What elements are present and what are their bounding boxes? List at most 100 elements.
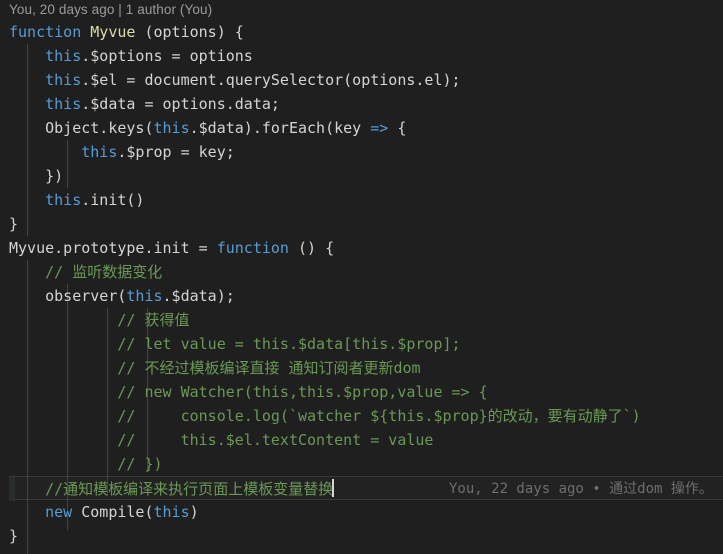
code-token-plain: Myvue.prototype.init = [9,239,217,257]
code-content[interactable]: function Myvue (options) { this.$options… [0,20,723,548]
code-token-this: this [45,47,82,65]
code-token-plain: { [388,119,407,137]
code-line[interactable]: // let value = this.$data[this.$prop]; [9,332,723,356]
code-line[interactable]: // new Watcher(this,this.$prop,value => … [9,380,723,404]
code-token-kw: new [45,503,73,521]
code-line-text: // let value = this.$data[this.$prop]; [9,332,461,356]
inline-git-blame[interactable]: You, 22 days ago • 通过dom 操作。 [449,477,713,501]
code-token-com: // 监听数据变化 [45,263,163,281]
code-line[interactable]: Myvue.prototype.init = function () { [9,236,723,260]
code-token-plain: .$options = options [81,47,253,65]
code-line[interactable]: new Compile(this) [9,500,723,524]
code-token-this: this [126,287,163,305]
code-line-text: this.$options = options [9,44,253,68]
code-token-com: //通知模板编译来执行页面上模板变量替换 [45,480,334,498]
code-line-text: } [9,524,18,548]
code-token-plain: () { [288,239,335,257]
code-line[interactable]: // 不经过模板编译直接 通知订阅者更新dom [9,356,723,380]
code-token-plain: Object.keys( [45,119,154,137]
code-line[interactable]: Object.keys(this.$data).forEach(key => { [9,116,723,140]
code-token-plain: .$data = options.data; [81,95,280,113]
code-token-plain: } [9,215,19,233]
code-line[interactable]: // this.$el.textContent = value [9,428,723,452]
code-token-plain: }) [45,167,64,185]
code-token-plain: Compile( [72,503,154,521]
code-token-this: this [45,95,82,113]
code-token-com: // new Watcher(this,this.$prop,value => … [117,383,488,401]
code-line-text: Object.keys(this.$data).forEach(key => { [9,116,406,140]
code-token-com: // 不经过模板编译直接 通知订阅者更新dom [117,359,421,377]
text-caret [332,479,335,497]
code-token-plain: .$el = document.querySelector(options.el… [81,71,461,89]
code-line-text: this.init() [9,188,144,212]
code-line-text: this.$prop = key; [9,140,235,164]
code-token-com: // this.$el.textContent = value [117,431,434,449]
code-token-this: this [153,119,190,137]
code-line-text: Myvue.prototype.init = function () { [9,236,334,260]
code-line-text: //通知模板编译来执行页面上模板变量替换 [9,477,335,501]
code-token-plain: .init() [81,191,145,209]
code-token-plain: .$prop = key; [117,143,235,161]
code-line[interactable]: observer(this.$data); [9,284,723,308]
code-token-this: this [81,143,118,161]
code-line[interactable]: function Myvue (options) { [9,20,723,44]
code-line[interactable]: // 获得值 [9,308,723,332]
code-line[interactable]: }) [9,164,723,188]
code-line[interactable]: } [9,524,723,548]
code-token-plain: } [9,527,19,545]
code-line[interactable]: // 监听数据变化 [9,260,723,284]
code-line[interactable]: this.$prop = key; [9,140,723,164]
code-line[interactable]: this.init() [9,188,723,212]
code-token-this: this [153,503,190,521]
code-line-text: // }) [9,452,163,476]
code-editor[interactable]: You, 20 days ago | 1 author (You) functi… [0,0,723,554]
code-line-text: // 不经过模板编译直接 通知订阅者更新dom [9,356,421,380]
code-line[interactable]: this.$options = options [9,44,723,68]
code-token-this: this [45,71,82,89]
code-line-current[interactable]: //通知模板编译来执行页面上模板变量替换 You, 22 days ago • 通… [9,476,723,501]
code-line-text: // 监听数据变化 [9,260,162,284]
code-token-com: // console.log(`watcher ${this.$prop}的改动… [117,407,641,425]
code-line-text: observer(this.$data); [9,284,235,308]
code-line[interactable]: this.$el = document.querySelector(option… [9,68,723,92]
code-line[interactable]: // }) [9,452,723,476]
code-line-text: this.$data = options.data; [9,92,280,116]
code-line-text: // this.$el.textContent = value [9,428,433,452]
code-token-com: // let value = this.$data[this.$prop]; [117,335,461,353]
git-blame-header: You, 20 days ago | 1 author (You) [9,2,213,17]
code-line[interactable]: // console.log(`watcher ${this.$prop}的改动… [9,404,723,428]
code-token-arrow: => [370,119,389,137]
code-token-this: this [45,191,82,209]
code-line[interactable]: this.$data = options.data; [9,92,723,116]
code-token-com: // }) [117,455,163,473]
code-line[interactable]: } [9,212,723,236]
code-line-text: }) [9,164,63,188]
code-token-plain: observer( [45,287,127,305]
code-line-text: function Myvue (options) { [9,20,244,44]
code-token-plain: (options) { [135,23,244,41]
code-token-com: // 获得值 [117,311,190,329]
code-token-plain: ) [189,503,199,521]
code-line-text: // new Watcher(this,this.$prop,value => … [9,380,488,404]
code-line-text: // console.log(`watcher ${this.$prop}的改动… [9,404,641,428]
code-line-text: } [9,212,18,236]
